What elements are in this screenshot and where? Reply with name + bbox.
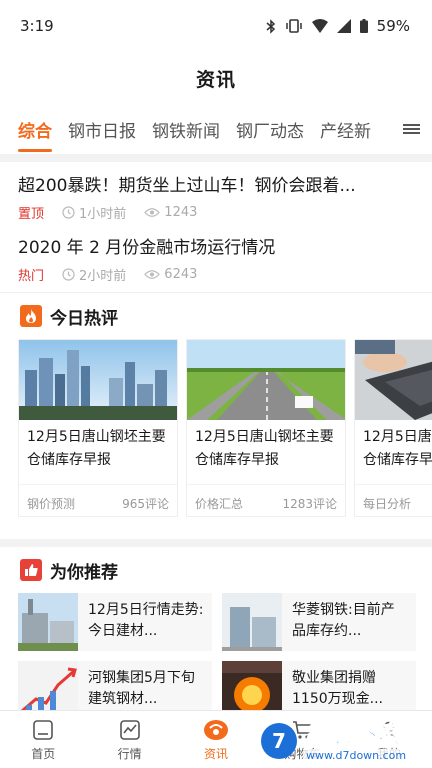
watermark-name: 第七下载站 [303, 720, 428, 749]
eye-icon [144, 270, 161, 279]
tabs-menu-icon[interactable] [390, 104, 432, 154]
home-icon [32, 717, 54, 743]
news-item[interactable]: 超200暴跌！期货坐上过山车！钢价会跟着... 置顶 1小时前 1243 [0, 162, 432, 224]
card-category: 钢价预测 [27, 497, 76, 511]
city-skyline-image [19, 340, 177, 420]
signal-icon [336, 19, 351, 33]
thumbs-up-icon [20, 559, 42, 581]
factory-image [18, 593, 78, 651]
section-gap [0, 154, 432, 162]
section-title: 为你推荐 [50, 562, 118, 583]
news-icon [203, 717, 229, 743]
recommend-item[interactable]: 华菱钢铁:目前产品库存约... [222, 593, 416, 651]
trend-chart-icon [119, 717, 141, 743]
recommend-title: 华菱钢铁:目前产品库存约... [292, 602, 395, 639]
nav-news[interactable]: 资讯 [173, 711, 259, 768]
news-headline: 超200暴跌！期货坐上过山车！钢价会跟着... [18, 176, 356, 196]
pinned-tag: 置顶 [18, 207, 45, 222]
card-title: 12月5日唐山钢坯主要仓储库存早报 [27, 429, 166, 468]
watermark-url: www.d7down.com [303, 748, 410, 762]
page-title: 资讯 [195, 68, 236, 91]
highway-image [187, 340, 345, 420]
clock-icon [62, 206, 75, 219]
news-meta: 置顶 1小时前 1243 [18, 203, 414, 222]
card-title: 12月5日唐山钢坯主要仓储库存早报 [363, 429, 432, 468]
recommend-header: 为你推荐 [0, 547, 432, 593]
card-footer: 每日分析 [355, 484, 432, 518]
status-bar: 3:19 59% [0, 0, 432, 52]
status-time: 3:19 [20, 17, 54, 35]
tab-steel-daily[interactable]: 钢市日报 [68, 104, 136, 154]
nav-home[interactable]: 首页 [0, 711, 86, 768]
wifi-icon [311, 19, 328, 33]
hot-tag: 热门 [18, 269, 45, 284]
site-watermark: 7 第七下载站 www.d7down.com [259, 716, 428, 766]
status-icons: 59% [266, 17, 410, 35]
hot-review-cards: 12月5日唐山钢坯主要仓储库存早报 钢价预测 965评论 12月5日唐山钢坯主要… [0, 339, 432, 519]
recommend-item[interactable]: 12月5日行情走势:今日建材... [18, 593, 212, 651]
battery-percent: 59% [376, 17, 410, 35]
recommend-list: 12月5日行情走势:今日建材... 华菱钢铁:目前产品库存约... 河钢集团5月… [0, 593, 432, 719]
tab-industry-news[interactable]: 产经新 [320, 104, 371, 154]
section-gap [0, 539, 432, 547]
card-category: 价格汇总 [195, 497, 244, 511]
eye-icon [144, 208, 161, 217]
card-footer: 钢价预测 965评论 [19, 484, 177, 518]
tab-mill-updates[interactable]: 钢厂动态 [236, 104, 304, 154]
card-title: 12月5日唐山钢坯主要仓储库存早报 [195, 429, 334, 468]
hot-review-card[interactable]: 12月5日唐山钢坯主要仓储库存早报 每日分析 [354, 339, 432, 517]
nav-label: 行情 [117, 747, 142, 761]
vibrate-icon [285, 19, 303, 33]
building-image [222, 593, 282, 651]
news-item[interactable]: 2020 年 2 月份金融市场运行情况 热门 2小时前 6243 [0, 224, 432, 286]
nav-label: 资讯 [204, 747, 229, 761]
news-views: 6243 [164, 267, 198, 282]
clock-icon [62, 268, 75, 281]
page-header: 资讯 [0, 52, 432, 104]
tab-comprehensive[interactable]: 综合 [18, 104, 52, 154]
recommend-title: 12月5日行情走势:今日建材... [88, 602, 204, 639]
news-time: 1小时前 [79, 207, 127, 222]
hot-review-card[interactable]: 12月5日唐山钢坯主要仓储库存早报 价格汇总 1283评论 [186, 339, 346, 517]
svg-text:7: 7 [272, 729, 286, 753]
hot-review-header: 今日热评 [0, 293, 432, 339]
d7-logo-icon: 7 [261, 723, 297, 759]
hot-review-card[interactable]: 12月5日唐山钢坯主要仓储库存早报 钢价预测 965评论 [18, 339, 178, 517]
nav-market[interactable]: 行情 [86, 711, 172, 768]
keyboard-image [355, 340, 432, 420]
nav-label: 首页 [31, 747, 56, 761]
category-tabs: 综合 钢市日报 钢铁新闻 钢厂动态 产经新 [0, 104, 432, 154]
section-title: 今日热评 [50, 308, 118, 329]
battery-icon [359, 19, 368, 33]
news-meta: 热门 2小时前 6243 [18, 265, 414, 284]
card-comments: 965评论 [122, 497, 169, 511]
card-category: 每日分析 [363, 497, 412, 511]
news-views: 1243 [164, 205, 198, 220]
tab-steel-news[interactable]: 钢铁新闻 [152, 104, 220, 154]
card-comments: 1283评论 [282, 497, 337, 511]
fire-icon [20, 305, 42, 327]
news-time: 2小时前 [79, 269, 127, 284]
bluetooth-icon [266, 18, 276, 34]
news-headline: 2020 年 2 月份金融市场运行情况 [18, 238, 276, 258]
card-footer: 价格汇总 1283评论 [187, 484, 345, 518]
